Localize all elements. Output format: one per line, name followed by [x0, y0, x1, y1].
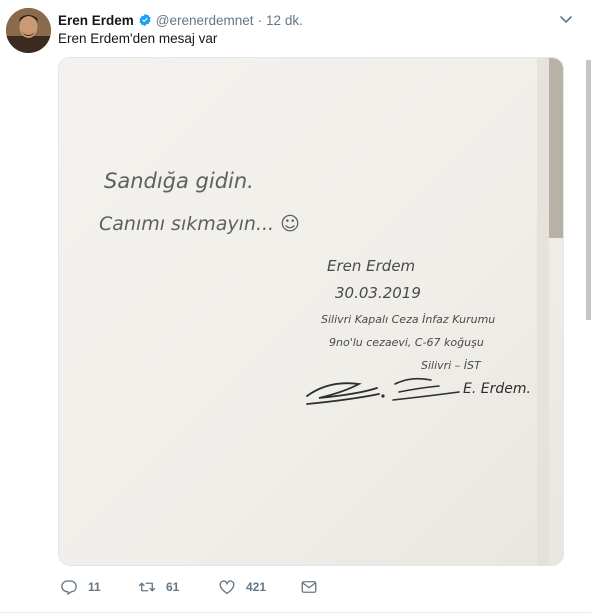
reply-count: 11: [88, 580, 101, 594]
page-edge-strip: [586, 60, 591, 320]
tweet-actions: 11 61 421: [58, 576, 564, 598]
profile-photo-icon: [6, 8, 51, 53]
reply-icon: [61, 580, 77, 595]
separator-dot: ·: [257, 12, 263, 28]
note-line-2: Canımı sıkmayın... ☺: [99, 213, 300, 235]
paper-edge: [537, 58, 549, 565]
signature-text: E. Erdem.: [463, 381, 531, 397]
tweet-text: Eren Erdem'den mesaj var: [58, 31, 218, 46]
signature-date: 30.03.2019: [335, 284, 421, 302]
author-handle[interactable]: @erenerdemnet: [156, 13, 254, 28]
tweet-photo[interactable]: Sandığa gidin. Canımı sıkmayın... ☺ Eren…: [58, 57, 564, 566]
signature-institution: Silivri Kapalı Ceza İnfaz Kurumu: [321, 313, 495, 326]
tweet-header: Eren Erdem @erenerdemnet · 12 dk.: [58, 11, 303, 29]
chevron-down-icon[interactable]: [559, 12, 573, 26]
retweet-button[interactable]: 61: [138, 576, 179, 598]
paper-edge-shadow: [549, 58, 563, 238]
like-icon: [219, 580, 235, 595]
signature-name: Eren Erdem: [327, 257, 415, 275]
tweet: Eren Erdem @erenerdemnet · 12 dk. Eren E…: [0, 0, 591, 616]
like-button[interactable]: 421: [218, 576, 266, 598]
signature-city: Silivri – İST: [421, 359, 482, 372]
reply-button[interactable]: 11: [60, 576, 101, 598]
signature-ward: 9no'lu cezaevi, C-67 koğuşu: [329, 336, 484, 349]
direct-message-button[interactable]: [300, 576, 318, 598]
note-line-1: Sandığa gidin.: [104, 169, 254, 193]
retweet-count: 61: [166, 580, 180, 594]
avatar[interactable]: [6, 8, 51, 53]
tweet-timestamp[interactable]: 12 dk.: [266, 13, 303, 28]
handwritten-letter-image: Sandığa gidin. Canımı sıkmayın... ☺ Eren…: [59, 58, 563, 565]
verified-badge-icon: [139, 13, 151, 27]
retweet-icon: [138, 582, 156, 592]
author-name[interactable]: Eren Erdem: [58, 13, 134, 28]
divider: [0, 612, 591, 613]
direct-message-icon: [301, 581, 317, 593]
paper-background: [59, 58, 563, 565]
like-count: 421: [246, 580, 267, 594]
